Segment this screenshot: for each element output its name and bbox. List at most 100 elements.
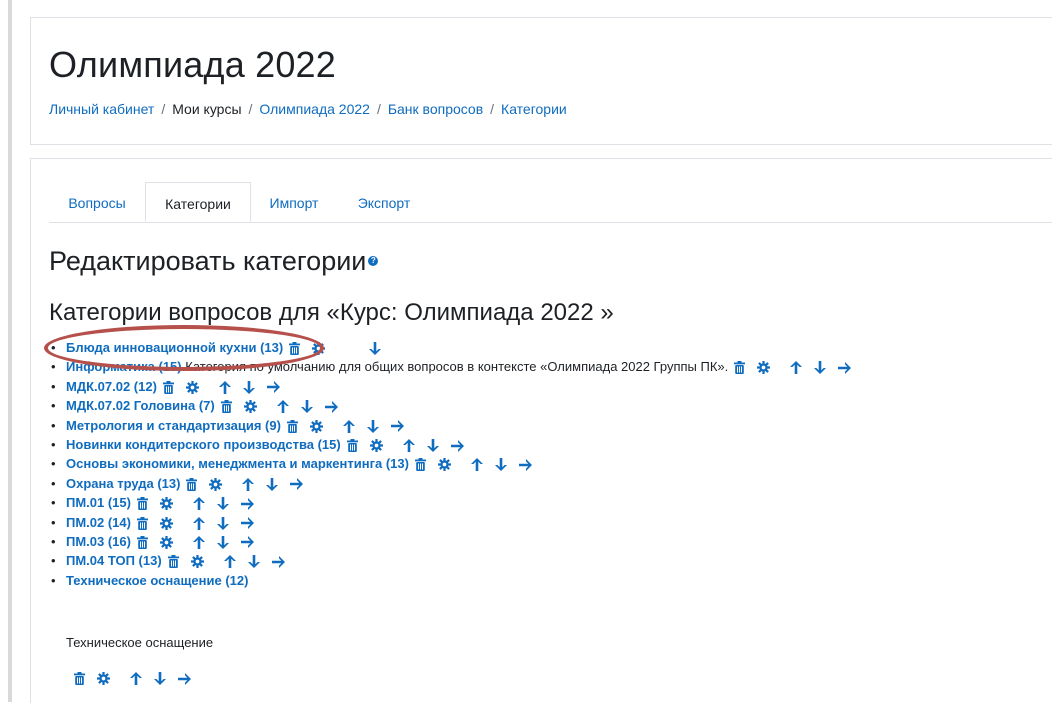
trash-icon[interactable] — [136, 497, 148, 511]
gear-icon[interactable] — [437, 458, 451, 472]
category-link[interactable]: МДК.07.02 Головина (7) — [66, 398, 215, 413]
category-item: Новинки кондитерского производства (15) — [49, 435, 851, 454]
arrow-right-icon[interactable] — [838, 361, 852, 374]
arrow-up-icon[interactable] — [192, 516, 205, 530]
tab-import[interactable]: Импорт — [251, 182, 337, 222]
arrow-up-icon[interactable] — [242, 477, 255, 491]
category-link[interactable]: Техническое оснащение (12) — [66, 573, 248, 588]
arrow-right-icon[interactable] — [240, 497, 254, 510]
arrow-up-icon[interactable] — [223, 555, 236, 569]
arrow-up-icon[interactable] — [790, 361, 803, 375]
arrow-up-icon[interactable] — [130, 672, 142, 686]
arrow-down-icon[interactable] — [216, 516, 229, 530]
tab-bar: Вопросы Категории Импорт Экспорт — [49, 182, 1052, 223]
gear-icon[interactable] — [97, 672, 110, 686]
trash-icon[interactable] — [734, 361, 746, 375]
category-link[interactable]: Новинки кондитерского производства (15) — [66, 437, 341, 452]
trash-icon[interactable] — [346, 439, 358, 453]
trash-icon[interactable] — [162, 380, 174, 394]
gear-icon[interactable] — [312, 342, 326, 356]
arrow-right-icon[interactable] — [390, 420, 404, 433]
category-description: Техническое оснащение — [66, 635, 214, 650]
trash-icon[interactable] — [136, 535, 148, 549]
trash-icon[interactable] — [186, 477, 198, 491]
arrow-down-icon[interactable] — [247, 555, 260, 569]
arrow-down-icon[interactable] — [369, 342, 382, 356]
arrow-right-icon[interactable] — [240, 517, 254, 530]
breadcrumb-item-categories[interactable]: Категории — [501, 101, 567, 117]
arrow-down-icon[interactable] — [216, 535, 229, 549]
gear-icon[interactable] — [243, 400, 257, 414]
tab-categories[interactable]: Категории — [145, 182, 251, 222]
trash-icon[interactable] — [286, 419, 298, 433]
trash-icon[interactable] — [289, 342, 301, 356]
arrow-right-icon[interactable] — [178, 672, 191, 685]
arrow-down-icon[interactable] — [494, 458, 507, 472]
category-link[interactable]: ПМ.01 (15) — [66, 495, 131, 510]
arrow-down-icon[interactable] — [242, 380, 255, 394]
category-link[interactable]: ПМ.02 (14) — [66, 515, 131, 530]
arrow-up-icon[interactable] — [218, 380, 231, 394]
category-link[interactable]: ПМ.03 (16) — [66, 534, 131, 549]
breadcrumb-item-question-bank[interactable]: Банк вопросов — [388, 101, 483, 117]
category-link[interactable]: Метрология и стандартизация (9) — [66, 418, 281, 433]
category-item: Охрана труда (13) — [49, 474, 851, 493]
arrow-down-icon[interactable] — [814, 361, 827, 375]
trash-icon[interactable] — [136, 516, 148, 530]
breadcrumb-item-my-courses: Мои курсы — [172, 101, 242, 117]
arrow-down-icon[interactable] — [216, 497, 229, 511]
category-actions — [68, 670, 191, 686]
page-header: Олимпиада 2022 Личный кабинет / Мои курсы /… — [30, 17, 1052, 145]
arrow-down-icon[interactable] — [154, 672, 166, 686]
gear-icon[interactable] — [369, 439, 383, 453]
arrow-up-icon[interactable] — [342, 419, 355, 433]
category-link[interactable]: Охрана труда (13) — [66, 476, 180, 491]
trash-icon[interactable] — [167, 555, 179, 569]
gear-icon[interactable] — [159, 516, 173, 530]
arrow-up-icon[interactable] — [192, 535, 205, 549]
arrow-down-icon[interactable] — [366, 419, 379, 433]
gear-icon[interactable] — [757, 361, 771, 375]
arrow-down-icon[interactable] — [266, 477, 279, 491]
arrow-up-icon[interactable] — [192, 497, 205, 511]
gear-icon[interactable] — [209, 477, 223, 491]
tab-export[interactable]: Экспорт — [337, 182, 431, 222]
arrow-right-icon[interactable] — [271, 555, 285, 568]
arrow-up-icon[interactable] — [276, 400, 289, 414]
arrow-right-icon[interactable] — [324, 400, 338, 413]
category-link[interactable]: ПМ.04 ТОП (13) — [66, 553, 162, 568]
trash-icon[interactable] — [74, 672, 85, 686]
arrow-up-icon[interactable] — [470, 458, 483, 472]
gear-icon[interactable] — [185, 380, 199, 394]
category-link[interactable]: Основы экономики, менеджмента и маркенти… — [66, 456, 409, 471]
help-icon[interactable]: ? — [368, 255, 379, 266]
edit-categories-heading: Редактировать категории? — [49, 246, 379, 277]
arrow-right-icon[interactable] — [518, 458, 532, 471]
tab-questions[interactable]: Вопросы — [49, 182, 145, 222]
breadcrumb-item-dashboard[interactable]: Личный кабинет — [49, 101, 154, 117]
arrow-right-icon[interactable] — [240, 536, 254, 549]
category-link[interactable]: МДК.07.02 (12) — [66, 379, 157, 394]
breadcrumb-item-course[interactable]: Олимпиада 2022 — [259, 101, 370, 117]
trash-icon[interactable] — [220, 400, 232, 414]
gear-icon[interactable] — [190, 555, 204, 569]
arrow-right-icon[interactable] — [450, 439, 464, 452]
gear-icon[interactable] — [159, 535, 173, 549]
gear-icon[interactable] — [159, 497, 173, 511]
gear-icon[interactable] — [309, 419, 323, 433]
arrow-right-icon[interactable] — [266, 381, 280, 394]
left-border — [8, 0, 12, 702]
category-link[interactable]: Информатика (15) — [66, 359, 182, 374]
breadcrumb-separator: / — [376, 101, 381, 117]
category-item: ПМ.04 ТОП (13) — [49, 551, 851, 571]
arrow-down-icon[interactable] — [300, 400, 313, 414]
arrow-up-icon[interactable] — [402, 439, 415, 453]
category-item: Техническое оснащение (12) — [49, 571, 851, 590]
category-item: Метрология и стандартизация (9) — [49, 416, 851, 435]
category-link[interactable]: Блюда инновационной кухни (13) — [66, 340, 283, 355]
trash-icon[interactable] — [414, 458, 426, 472]
arrow-down-icon[interactable] — [426, 439, 439, 453]
arrow-right-icon[interactable] — [290, 478, 304, 491]
category-item: ПМ.02 (14) — [49, 513, 851, 532]
category-item: ПМ.01 (15) — [49, 493, 851, 513]
